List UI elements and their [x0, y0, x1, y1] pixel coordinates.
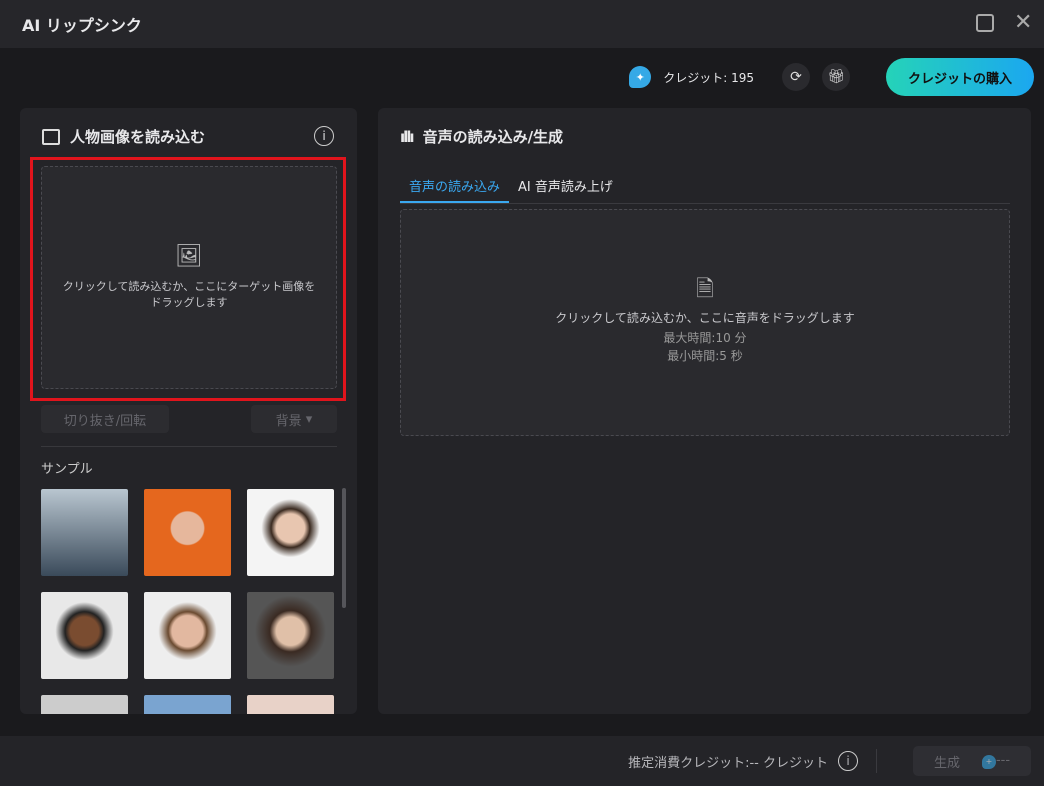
audio-panel-title: 音声の読み込み/生成	[422, 128, 564, 146]
credit-balance: クレジット: 195	[663, 70, 754, 85]
scrollbar[interactable]	[342, 488, 346, 608]
info-icon[interactable]: i	[838, 751, 858, 771]
sample-thumbnail[interactable]	[41, 695, 128, 714]
top-toolbar: ✦ クレジット: 195 ⟳ 🎁︎ クレジットの購入	[629, 58, 1034, 96]
sample-thumbnail[interactable]	[41, 489, 128, 576]
close-button[interactable]: ✕	[1014, 10, 1034, 35]
refresh-icon[interactable]: ⟳	[782, 63, 810, 91]
sample-thumbnail[interactable]	[144, 489, 231, 576]
portrait-icon	[42, 128, 60, 145]
tab-audio-import[interactable]: 音声の読み込み	[400, 172, 510, 203]
footer: 推定消費クレジット:-- クレジット i 生成 + ---	[0, 736, 1044, 786]
image-panel-title: 人物画像を読み込む	[70, 128, 206, 146]
info-icon[interactable]: i	[314, 126, 334, 146]
divider	[876, 749, 877, 773]
gift-icon[interactable]: 🎁︎	[822, 63, 850, 91]
audio-panel: ıllı 音声の読み込み/生成 音声の読み込み AI 音声読み上げ 🗎 クリックし…	[378, 108, 1031, 714]
generate-button[interactable]: 生成 + ---	[913, 746, 1031, 776]
credit-icon: ✦	[629, 66, 652, 88]
min-time: 最小時間:5 秒	[667, 348, 743, 363]
sample-thumbnail[interactable]	[247, 489, 334, 576]
audio-drop-text: クリックして読み込むか、ここに音声をドラッグします	[555, 310, 855, 325]
generate-label: 生成	[933, 755, 960, 771]
add-audio-icon: 🗎	[696, 276, 714, 302]
maximize-button[interactable]	[976, 14, 994, 32]
generate-cost: ---	[995, 753, 1011, 769]
buy-credits-button[interactable]: クレジットの購入	[886, 58, 1034, 96]
crop-rotate-button[interactable]: 切り抜き/回転	[41, 405, 169, 433]
sample-thumbnail[interactable]	[144, 592, 231, 679]
sample-thumbnail[interactable]	[144, 695, 231, 714]
background-label: 背景	[275, 413, 302, 429]
divider	[41, 446, 337, 447]
audio-tabs: 音声の読み込み AI 音声読み上げ	[400, 172, 1010, 204]
sample-thumbnail[interactable]	[247, 592, 334, 679]
credit-icon: +	[981, 754, 996, 769]
window-title: AI リップシンク	[22, 16, 142, 35]
sample-thumbnail[interactable]	[41, 592, 128, 679]
background-dropdown[interactable]: 背景 ▾	[251, 405, 337, 433]
highlight-box	[30, 157, 346, 401]
estimated-credits: 推定消費クレジット:-- クレジット	[628, 755, 828, 771]
tab-ai-tts[interactable]: AI 音声読み上げ	[509, 172, 622, 203]
waveform-icon: ıllı	[400, 127, 415, 146]
max-time: 最大時間:10 分	[663, 330, 747, 345]
sample-thumbnail[interactable]	[247, 695, 334, 714]
title-bar: AI リップシンク ✕	[0, 0, 1044, 48]
audio-drop-zone[interactable]: 🗎 クリックして読み込むか、ここに音声をドラッグします 最大時間:10 分 最小…	[400, 209, 1010, 436]
samples-label: サンプル	[41, 462, 93, 477]
